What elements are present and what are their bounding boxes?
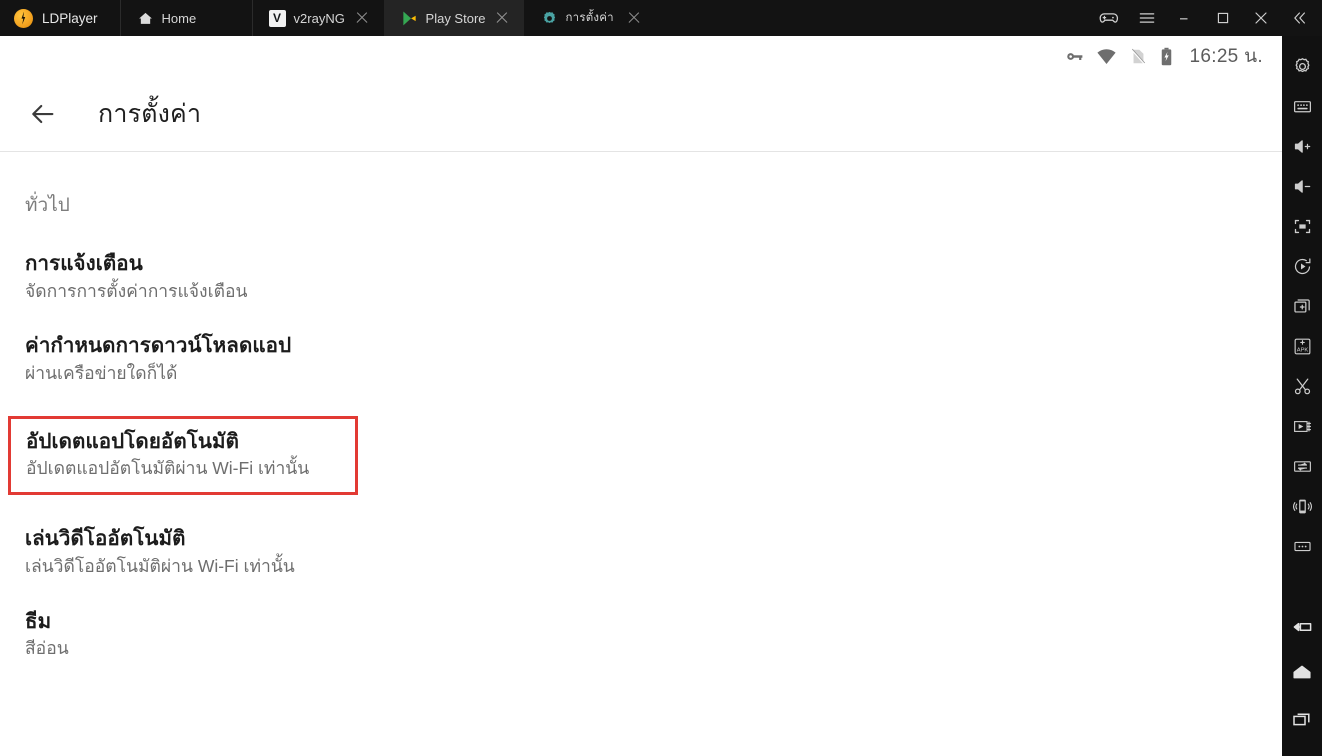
shake-device-icon[interactable]: [1282, 486, 1322, 526]
tab-v2rayng-close-icon[interactable]: [354, 10, 370, 26]
rotate-screen-icon[interactable]: [1282, 246, 1322, 286]
ldplayer-logo-icon: [14, 8, 33, 28]
emulator-settings-icon[interactable]: [1282, 46, 1322, 86]
settings-item-subtitle: อัปเดตแอปอัตโนมัติผ่าน Wi-Fi เท่านั้น: [26, 458, 310, 479]
settings-item-subtitle: ผ่านเครือข่ายใดก็ได้: [25, 363, 178, 383]
emulator-sidebar: APK: [1282, 36, 1322, 756]
vpn-key-icon: [1064, 46, 1085, 67]
home-icon: [137, 10, 154, 27]
tab-settings-label: การตั้งค่า: [565, 12, 614, 24]
screenshot-scissors-icon[interactable]: [1282, 366, 1322, 406]
app-brand: LDPlayer: [0, 0, 120, 36]
play-store-icon: [401, 10, 418, 27]
section-header-general: ทั่วไป: [25, 195, 70, 216]
settings-content: ทั่วไป การแจ้งเตือน จัดการการตั้งค่าการแ…: [0, 152, 1282, 660]
hamburger-menu-icon[interactable]: [1128, 0, 1166, 36]
tab-play-store-label: Play Store: [425, 10, 486, 26]
settings-item-auto-update-apps[interactable]: อัปเดตแอปโดยอัตโนมัติ อัปเดตแอปอัตโนมัติ…: [8, 415, 358, 496]
settings-item-title: การแจ้งเตือน: [25, 252, 143, 275]
tab-home-label: Home: [161, 10, 197, 26]
battery-charging-icon: [1158, 47, 1175, 66]
settings-item-app-download-preference[interactable]: ค่ากำหนดการดาวน์โหลดแอป ผ่านเครือข่ายใดก…: [0, 302, 1282, 384]
window-titlebar: LDPlayer Home V v2rayNG Play Store การตั…: [0, 0, 1322, 36]
settings-item-subtitle: สีอ่อน: [25, 638, 69, 659]
window-controls: [1090, 0, 1322, 36]
v2rayng-icon: V: [268, 9, 286, 27]
settings-item-auto-play-videos[interactable]: เล่นวิดีโออัตโนมัติ เล่นวิดีโออัตโนมัติผ…: [0, 495, 1282, 577]
tab-play-store-close-icon[interactable]: [494, 10, 510, 26]
sidebar-navigation: [1282, 604, 1322, 756]
fullscreen-icon[interactable]: [1282, 206, 1322, 246]
ldplayer-window: LDPlayer Home V v2rayNG Play Store การตั…: [0, 0, 1322, 756]
android-back-icon[interactable]: [1282, 604, 1322, 650]
android-recents-icon[interactable]: [1282, 696, 1322, 742]
tab-strip: Home V v2rayNG Play Store การตั้งค่า: [119, 0, 1090, 36]
settings-item-notifications[interactable]: การแจ้งเตือน จัดการการตั้งค่าการแจ้งเตือ…: [0, 220, 1282, 302]
volume-up-icon[interactable]: [1282, 126, 1322, 166]
tab-home[interactable]: Home: [119, 0, 252, 36]
page-title: การตั้งค่า: [98, 99, 202, 128]
volume-down-icon[interactable]: [1282, 166, 1322, 206]
sidebar-tools: APK: [1282, 36, 1322, 566]
svg-text:APK: APK: [1296, 347, 1308, 353]
app-brand-label: LDPlayer: [42, 10, 98, 26]
new-window-icon[interactable]: [1282, 286, 1322, 326]
more-options-icon[interactable]: [1282, 526, 1322, 566]
android-status-bar: 16:25 น.: [0, 36, 1282, 76]
maximize-icon[interactable]: [1204, 0, 1242, 36]
settings-item-subtitle: จัดการการตั้งค่าการแจ้งเตือน: [25, 280, 248, 301]
wifi-icon: [1096, 46, 1117, 67]
keyboard-icon[interactable]: [1282, 86, 1322, 126]
close-icon[interactable]: [1242, 0, 1280, 36]
tab-v2rayng-label: v2rayNG: [293, 10, 345, 26]
tab-settings[interactable]: การตั้งค่า: [524, 0, 656, 36]
settings-item-theme[interactable]: ธีม สีอ่อน: [0, 578, 1282, 660]
settings-item-title: ค่ากำหนดการดาวน์โหลดแอป: [25, 334, 292, 358]
settings-item-title: เล่นวิดีโออัตโนมัติ: [25, 527, 186, 551]
settings-item-title: อัปเดตแอปโดยอัตโนมัติ: [26, 429, 240, 453]
tab-play-store[interactable]: Play Store: [383, 0, 524, 36]
android-home-icon[interactable]: [1282, 650, 1322, 696]
back-arrow-icon[interactable]: [28, 99, 58, 129]
record-video-icon[interactable]: [1282, 406, 1322, 446]
emulator-screen: 16:25 น. การตั้งค่า ทั่วไป การแจ้งเตือน …: [0, 36, 1282, 756]
tab-v2rayng[interactable]: V v2rayNG: [251, 0, 384, 36]
settings-list: การแจ้งเตือน จัดการการตั้งค่าการแจ้งเตือ…: [0, 220, 1282, 660]
status-bar-clock: 16:25 น.: [1189, 46, 1263, 67]
tab-settings-close-icon[interactable]: [626, 10, 642, 26]
settings-toolbar: การตั้งค่า: [0, 76, 1282, 152]
no-sim-icon: [1128, 47, 1147, 66]
settings-item-subtitle: เล่นวิดีโออัตโนมัติผ่าน Wi-Fi เท่านั้น: [25, 555, 295, 576]
settings-item-title: ธีม: [25, 609, 52, 633]
settings-gear-icon: [541, 10, 558, 27]
gamepad-icon[interactable]: [1090, 0, 1128, 36]
install-apk-icon[interactable]: APK: [1282, 326, 1322, 366]
file-transfer-icon[interactable]: [1282, 446, 1322, 486]
collapse-chevron-icon[interactable]: [1280, 0, 1318, 36]
minimize-icon[interactable]: [1166, 0, 1204, 36]
